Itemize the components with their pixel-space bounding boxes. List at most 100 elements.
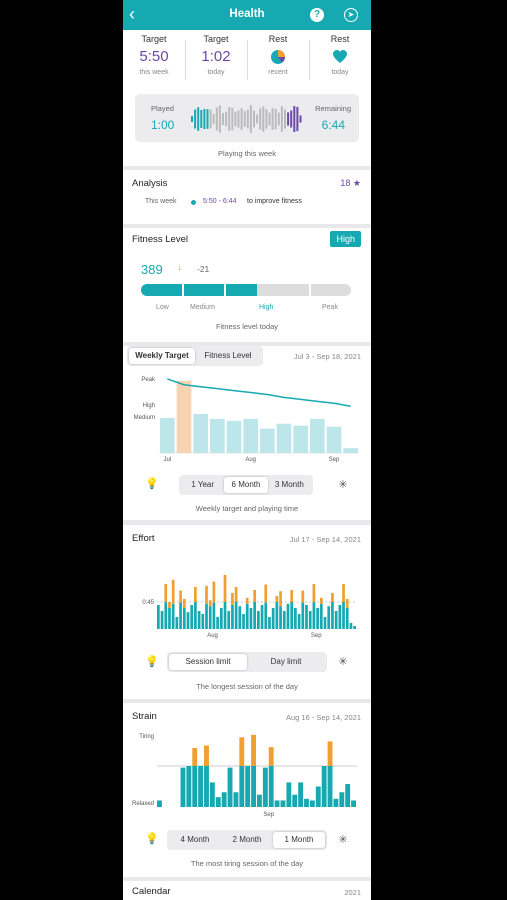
playing-caption: Playing this week [218,149,276,158]
effort-limit-selector: Session limit Day limit [167,652,327,672]
effort-bar-over [231,593,234,605]
effort-bar-over [290,590,294,602]
waveform-bar [284,109,286,129]
strain-title: Strain [132,711,157,722]
effort-bar [242,614,245,629]
effort-caption: The longest session of the day [196,682,298,691]
strain-chart: Tiring Relaxed Sep [132,734,357,818]
waveform-bar [200,110,203,128]
heart-icon [309,48,371,66]
stat-rest-today: Rest today [309,34,371,76]
effort-bar-over [319,597,323,604]
waveform-bar [218,105,221,133]
strain-bar [351,800,356,807]
effort-bar [319,603,323,629]
tab-fitness-level[interactable]: Fitness Level [195,348,261,364]
stat-target-today: Target 1:02 today [185,34,247,76]
effort-bar-over [345,599,349,608]
effort-bar [231,605,234,629]
strain-bar-over [204,745,209,766]
y-tick-label: Peak [141,377,156,383]
waveform-bar [231,107,234,131]
effort-bar [308,611,312,629]
lightbulb-icon[interactable]: 💡 [145,832,159,846]
stat-label: Rest [330,34,350,44]
strain-bar [345,784,351,807]
stat-label: Target [203,34,229,44]
weekly-tab-group: Weekly Target Fitness Level [127,346,263,366]
effort-bar-over [245,597,249,604]
sparkle-icon[interactable]: ✳ [336,478,350,492]
strain-bar [209,782,215,807]
lightbulb-icon[interactable]: 💡 [145,655,159,669]
waveform-bar [209,109,212,129]
tab-weekly-target[interactable]: Weekly Target [129,348,195,364]
played-label: Played [151,104,174,113]
effort-bar [279,606,282,629]
x-tick-label: Aug [207,633,218,639]
effort-bar [260,605,264,629]
effort-bar [212,602,216,629]
strain-bar [180,767,186,807]
effort-bar-over [331,593,334,602]
stat-sub: today [207,69,225,76]
effort-bar [227,611,231,629]
strain-bar [157,800,162,807]
range-1-month[interactable]: 1 Month [273,832,325,848]
lightbulb-icon[interactable]: 💡 [145,477,159,491]
effort-bar [294,608,297,629]
effort-bar-over [253,590,256,602]
effort-bar [334,611,338,629]
help-button[interactable]: ? [310,8,324,22]
effort-bar [234,602,238,629]
range-1-year[interactable]: 1 Year [181,477,224,493]
waveform-bar [259,108,262,130]
strain-bar [186,766,192,807]
strain-bar-over [251,734,256,766]
sparkle-icon[interactable]: ✳ [336,833,350,847]
stat-target-week: Target 5:50 this week [123,34,185,76]
fitness-title: Fitness Level [132,234,188,245]
range-4-month[interactable]: 4 Month [169,832,221,848]
x-tick-label: Sep [311,633,322,639]
effort-bar [216,617,219,629]
tab-session-limit[interactable]: Session limit [169,654,247,670]
strain-bar [251,766,256,807]
playing-waveform [191,105,302,133]
strain-bar-over [192,747,198,766]
effort-bar-over [312,584,316,602]
strain-bar [280,800,286,807]
tab-day-limit[interactable]: Day limit [247,654,325,670]
range-6-month[interactable]: 6 Month [224,477,268,493]
y-tick-label: High [143,403,155,409]
level-label-high: High [259,304,274,311]
fitness-value: 389 [141,262,163,277]
waveform-bar [293,106,296,132]
strain-bar [321,766,327,807]
waveform-bar [249,105,252,133]
share-button[interactable]: ➤ [344,8,358,22]
waveform-bar [197,107,200,131]
strain-bar [292,794,298,807]
remaining-label: Remaining [315,104,351,113]
waveform-bar [191,116,193,122]
weekly-bar [226,420,242,453]
effort-bar-over [234,587,238,602]
level-label-low: Low [156,304,169,311]
strain-range-selector: 4 Month 2 Month 1 Month [167,830,327,850]
calendar-title: Calendar [132,886,171,897]
effort-bar [349,623,353,629]
weekly-bar [343,448,358,453]
range-2-month[interactable]: 2 Month [221,832,273,848]
strain-bar [339,792,345,807]
effort-bar [171,603,175,629]
x-tick-label: Aug [245,457,256,463]
y-tick-label: Medium [134,415,155,421]
effort-bar [168,608,171,629]
strain-bar [221,792,227,807]
range-3-month[interactable]: 3 Month [268,477,311,493]
sparkle-icon[interactable]: ✳ [336,655,350,669]
effort-bar [286,603,290,629]
effort-bar [257,611,260,629]
top-bar: ‹ Health ? ➤ [123,0,371,30]
